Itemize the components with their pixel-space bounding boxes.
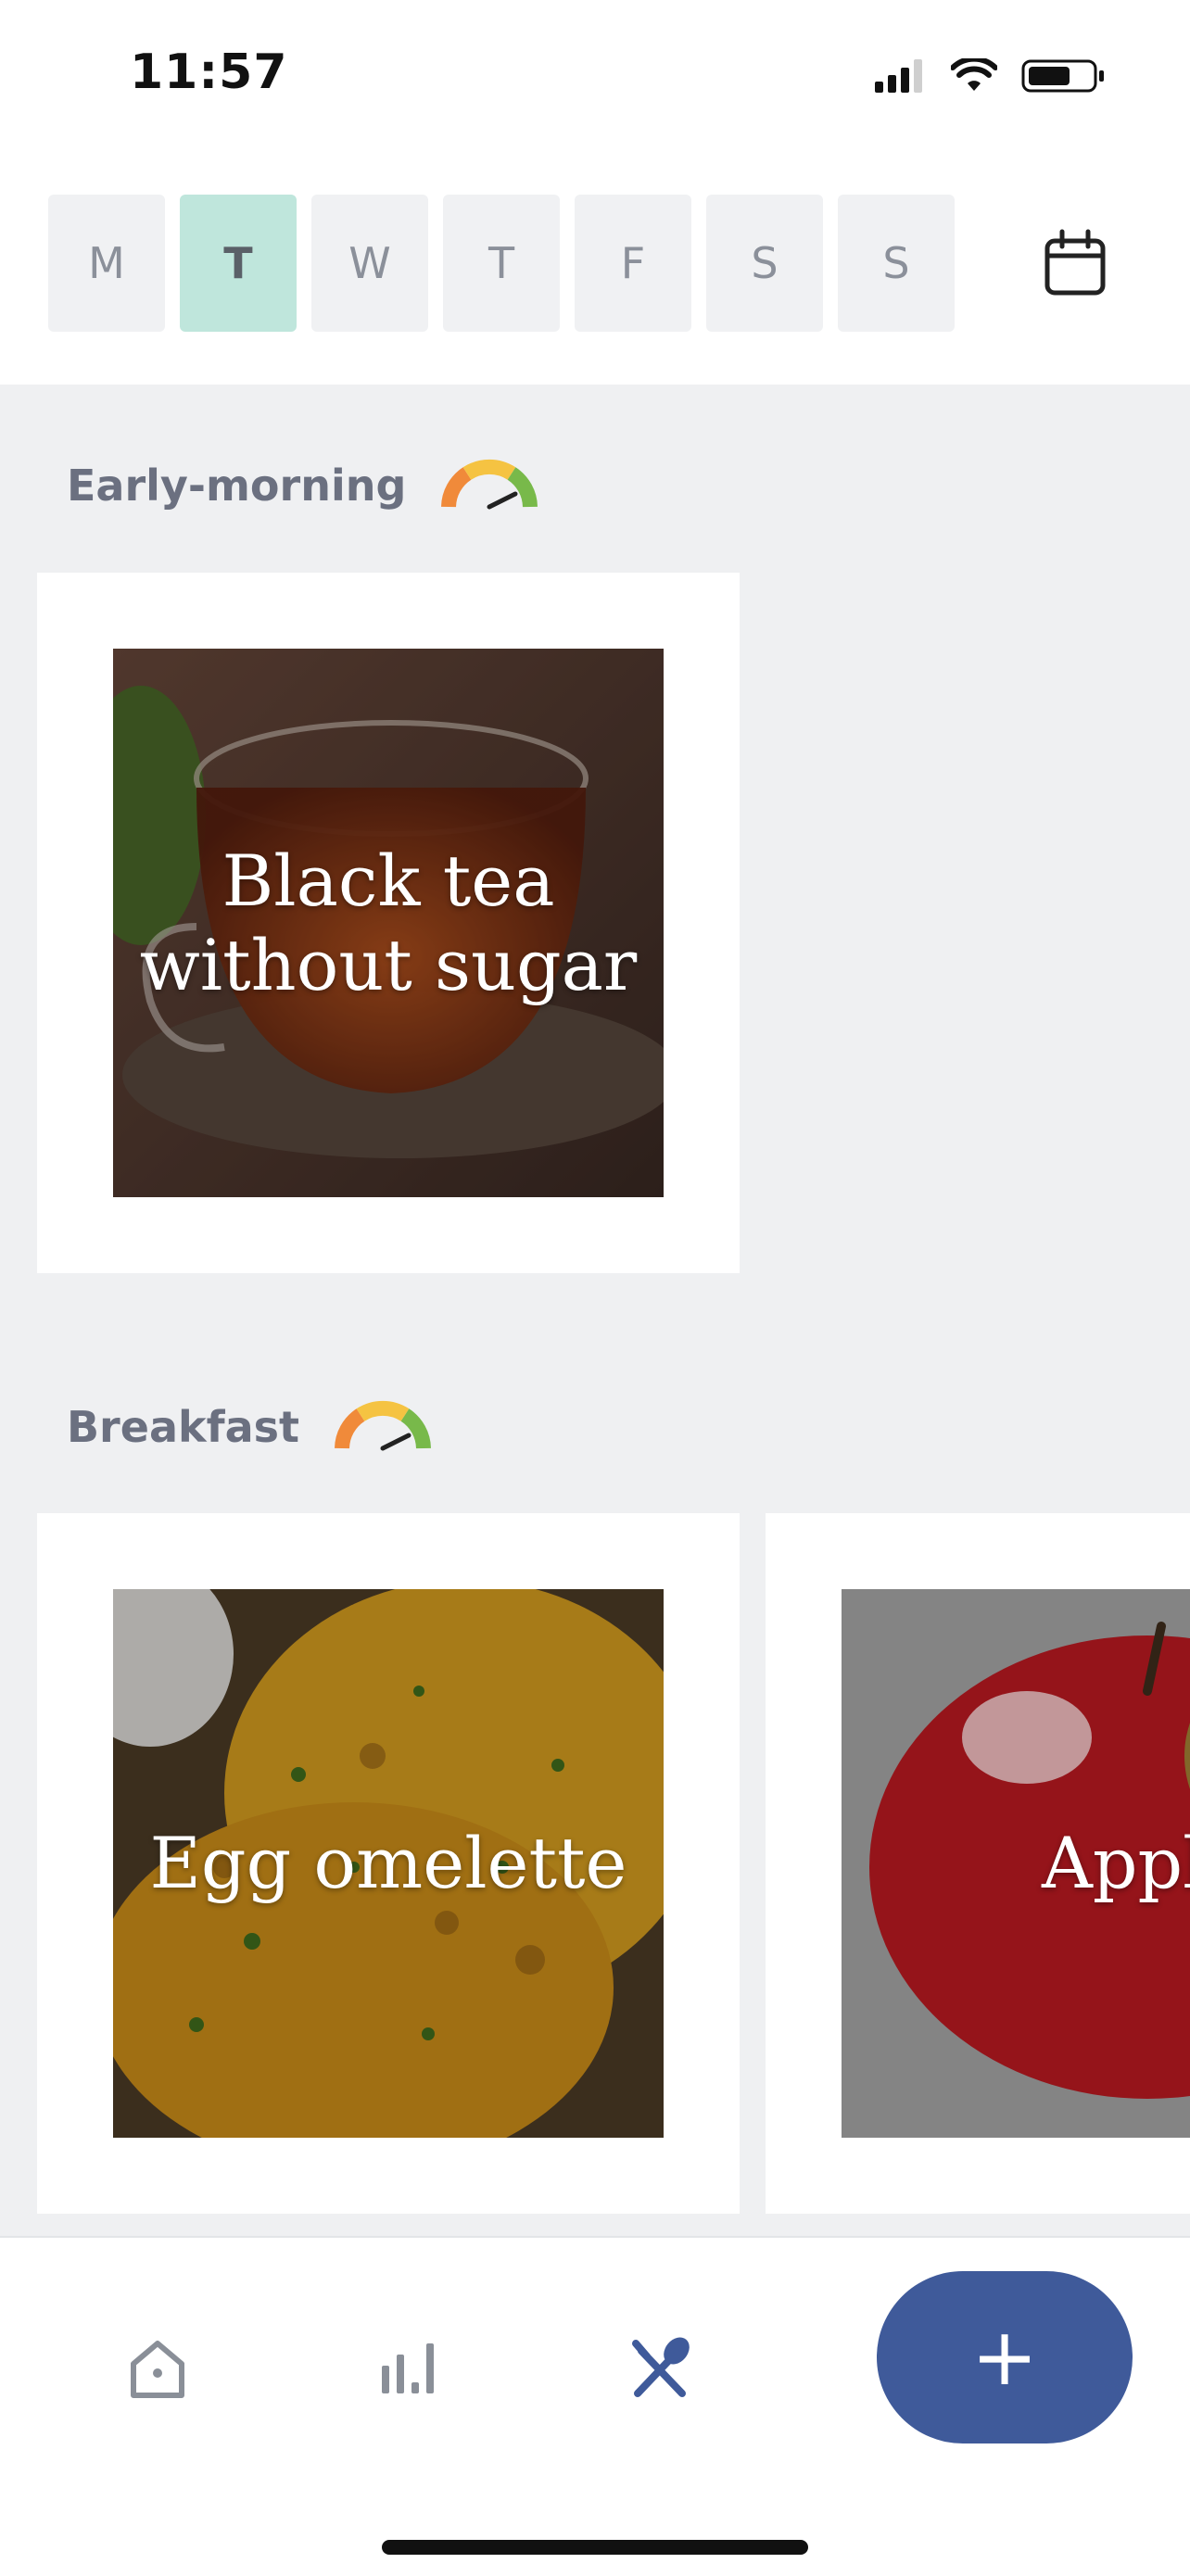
gauge-meter-icon — [441, 459, 538, 510]
day-tuesday[interactable]: T — [180, 195, 297, 332]
meal-label-line1: Black tea — [222, 839, 555, 922]
plus-icon: + — [970, 2311, 1039, 2404]
home-icon[interactable] — [120, 2330, 195, 2405]
meal-label: Egg omelette — [149, 1822, 627, 1905]
section-header-early-morning: Early-morning — [67, 459, 539, 512]
food-image-apple: Apple — [842, 1589, 1190, 2138]
day-sunday[interactable]: S — [838, 195, 955, 332]
meal-plan-content[interactable]: Early-morning Black tea without sugar Br… — [0, 385, 1190, 2236]
day-thursday[interactable]: T — [443, 195, 560, 332]
day-monday[interactable]: M — [48, 195, 165, 332]
week-selector: M T W T F S S — [0, 158, 1190, 385]
battery-icon — [1021, 59, 1104, 93]
status-icons — [875, 57, 1107, 95]
meal-card-egg-omelette[interactable]: Egg omelette — [37, 1513, 740, 2214]
wifi-icon — [951, 58, 997, 91]
stats-icon[interactable] — [373, 2330, 447, 2405]
meal-card-black-tea[interactable]: Black tea without sugar — [37, 573, 740, 1273]
day-wednesday[interactable]: W — [311, 195, 428, 332]
section-title: Breakfast — [67, 1402, 300, 1452]
day-friday[interactable]: F — [575, 195, 691, 332]
meal-label-line2: without sugar — [139, 924, 638, 1006]
home-indicator — [382, 2540, 808, 2555]
meals-icon[interactable] — [623, 2330, 697, 2405]
status-time: 11:57 — [130, 44, 288, 100]
gauge-meter-icon — [335, 1400, 432, 1451]
bottom-navigation: + — [0, 2236, 1190, 2576]
calendar-icon[interactable] — [1042, 228, 1108, 298]
food-image-egg-omelette: Egg omelette — [113, 1589, 664, 2138]
food-image-black-tea: Black tea without sugar — [113, 649, 664, 1197]
meal-label: Apple — [1042, 1822, 1190, 1905]
status-bar: 11:57 — [0, 0, 1190, 158]
meal-card-apple[interactable]: Apple — [766, 1513, 1190, 2214]
meal-label: Black tea without sugar — [113, 649, 664, 1197]
cellular-signal-icon — [875, 59, 922, 93]
section-header-breakfast: Breakfast — [67, 1400, 433, 1454]
add-meal-button[interactable]: + — [877, 2271, 1133, 2443]
section-title: Early-morning — [67, 461, 407, 511]
day-saturday[interactable]: S — [706, 195, 823, 332]
